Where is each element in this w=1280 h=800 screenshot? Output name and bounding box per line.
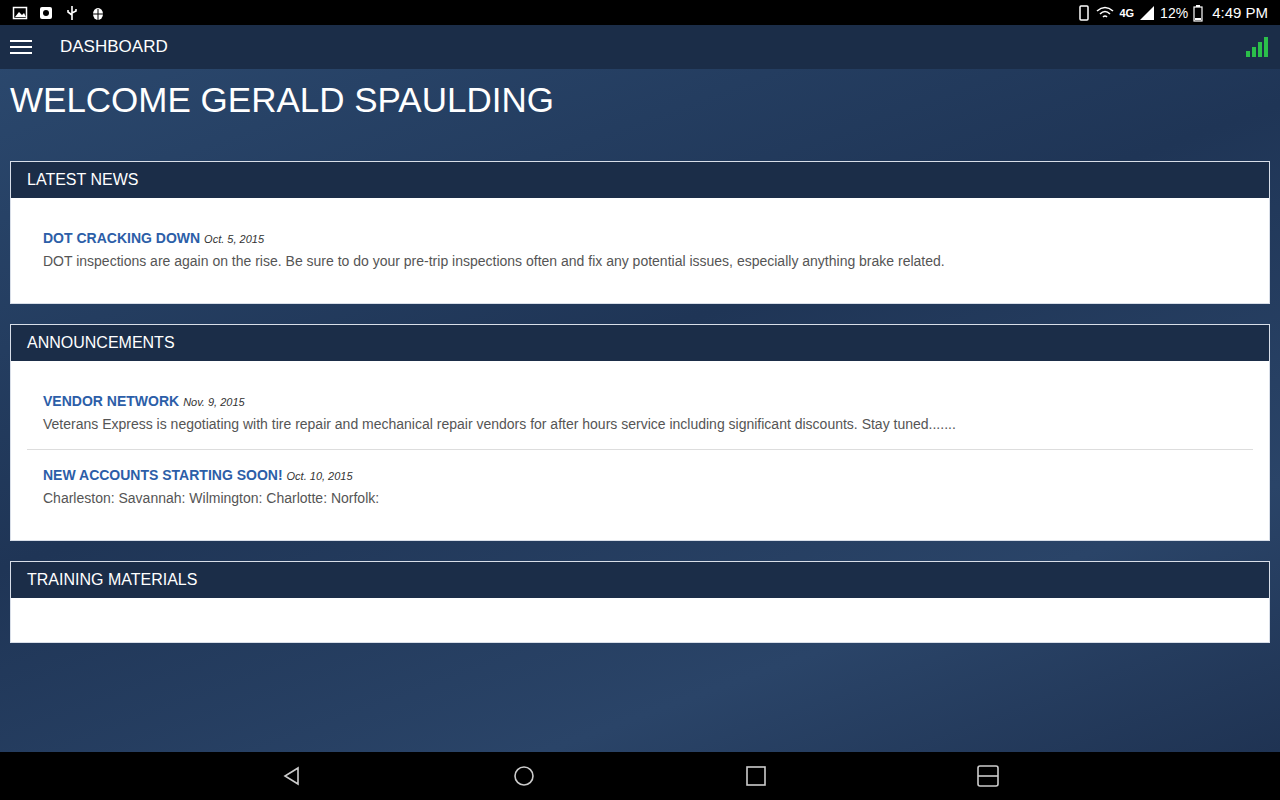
split-screen-icon[interactable] [977, 765, 999, 787]
cell-signal-icon [1139, 5, 1155, 21]
section-card: LATEST NEWS DOT CRACKING DOWN Oct. 5, 20… [10, 161, 1270, 304]
app-title: DASHBOARD [60, 37, 1246, 57]
post-text: Veterans Express is negotiating with tir… [43, 415, 1237, 433]
section-body: VENDOR NETWORK Nov. 9, 2015 Veterans Exp… [11, 361, 1269, 540]
gallery-icon [12, 5, 28, 21]
wifi-icon [1096, 5, 1114, 21]
battery-percent: 12% [1160, 5, 1188, 21]
welcome-heading: WELCOME GERALD SPAULDING [10, 80, 1270, 120]
app-notification-icon [38, 5, 54, 21]
post-date: Nov. 9, 2015 [183, 393, 245, 411]
section-card: TRAINING MATERIALS [10, 561, 1270, 643]
recents-icon[interactable] [745, 765, 767, 787]
home-icon[interactable] [513, 765, 535, 787]
battery-icon [1193, 4, 1203, 22]
android-debug-icon [90, 5, 106, 21]
post-item[interactable]: DOT CRACKING DOWN Oct. 5, 2015 DOT inspe… [27, 215, 1253, 286]
connection-signal-icon [1246, 37, 1268, 57]
usb-icon [64, 5, 80, 21]
section-header: ANNOUNCEMENTS [11, 325, 1269, 361]
network-type: 4G [1119, 7, 1134, 19]
back-icon[interactable] [281, 765, 303, 787]
dashboard-screen: 4G 12% 4:49 PM DASHBOARD WELCOME GERALD … [0, 0, 1280, 800]
post-item[interactable]: NEW ACCOUNTS STARTING SOON! Oct. 10, 201… [27, 449, 1253, 523]
section-header: LATEST NEWS [11, 162, 1269, 198]
menu-icon[interactable] [10, 39, 32, 55]
section-header: TRAINING MATERIALS [11, 562, 1269, 598]
post-date: Oct. 5, 2015 [204, 230, 264, 248]
vibrate-icon [1077, 4, 1091, 22]
app-bar: DASHBOARD [0, 25, 1280, 69]
post-text: Charleston: Savannah: Wilmington: Charlo… [43, 489, 1237, 507]
navigation-bar [0, 752, 1280, 800]
section-body [11, 598, 1269, 642]
section-card: ANNOUNCEMENTS VENDOR NETWORK Nov. 9, 201… [10, 324, 1270, 541]
dashboard-content: WELCOME GERALD SPAULDING LATEST NEWS DOT… [0, 69, 1280, 752]
post-text: DOT inspections are again on the rise. B… [43, 252, 1237, 270]
section-body: DOT CRACKING DOWN Oct. 5, 2015 DOT inspe… [11, 198, 1269, 303]
post-title[interactable]: VENDOR NETWORK [43, 392, 179, 410]
post-title[interactable]: DOT CRACKING DOWN [43, 229, 200, 247]
post-title[interactable]: NEW ACCOUNTS STARTING SOON! [43, 466, 283, 484]
post-item[interactable]: VENDOR NETWORK Nov. 9, 2015 Veterans Exp… [27, 378, 1253, 449]
clock: 4:49 PM [1212, 4, 1268, 21]
status-bar: 4G 12% 4:49 PM [0, 0, 1280, 25]
post-date: Oct. 10, 2015 [287, 467, 353, 485]
